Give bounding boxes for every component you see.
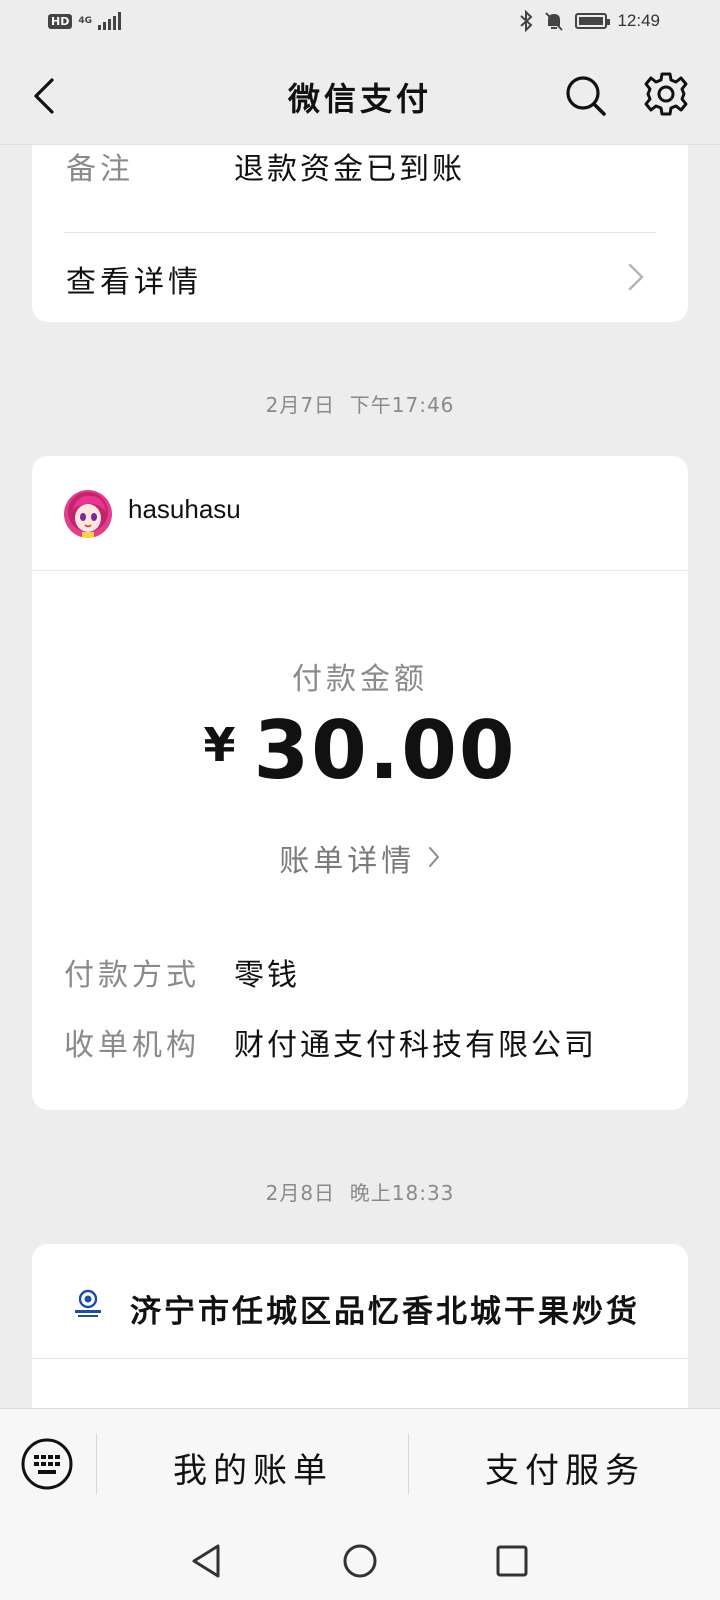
divider: [32, 1358, 688, 1359]
search-icon[interactable]: [562, 72, 610, 120]
home-circle-icon[interactable]: [341, 1542, 379, 1580]
chevron-right-icon: [628, 263, 644, 291]
status-right: 12:49: [519, 10, 660, 32]
menu-separator: [408, 1433, 409, 1495]
transaction-date: 2月7日 下午17:46: [0, 389, 720, 418]
refund-card: 备注 退款资金已到账 查看详情: [32, 120, 688, 322]
status-left: HD 4G: [48, 12, 121, 30]
currency-symbol: ¥: [203, 718, 236, 772]
merchant-name: 济宁市任城区品忆香北城干果炒货: [130, 1294, 640, 1330]
date-day: 2月7日: [265, 393, 336, 417]
avatar: [64, 490, 112, 538]
merchant-name: hasuhasu: [128, 494, 241, 524]
system-navigation-bar: [0, 1530, 720, 1600]
amount-label: 付款金额: [292, 662, 428, 697]
divider: [32, 570, 688, 571]
payment-method-value: 零钱: [234, 958, 300, 993]
date-time: 下午17:46: [349, 393, 455, 417]
page-title: 微信支付: [287, 80, 432, 118]
bank-logo-icon: [75, 1289, 101, 1317]
network-type: 4G: [78, 15, 92, 26]
bluetooth-icon: [520, 10, 533, 32]
menu-separator: [96, 1433, 97, 1495]
bill-details-label: 账单详情: [279, 844, 416, 879]
transaction-date: 2月8日 晚上18:33: [0, 1177, 720, 1206]
keyboard-icon[interactable]: [20, 1437, 74, 1491]
hd-badge: HD: [48, 13, 73, 29]
clock: 12:49: [617, 11, 660, 30]
acquirer-label: 收单机构: [64, 1028, 200, 1063]
bill-details-link[interactable]: 账单详情: [32, 836, 688, 880]
acquirer-value: 财付通支付科技有限公司: [234, 1028, 597, 1063]
bottom-menu: 我的账单 支付服务: [0, 1408, 720, 1531]
recents-square-icon[interactable]: [494, 1543, 530, 1579]
date-day: 2月8日: [265, 1181, 336, 1205]
view-details-row[interactable]: 查看详情: [32, 233, 688, 322]
payment-amount: ¥30.00: [32, 704, 688, 797]
payment-card[interactable]: hasuhasu 付款金额 ¥30.00 账单详情 付款方式 零钱 收单机构 财…: [32, 456, 688, 1110]
mute-bell-icon: [545, 12, 564, 31]
remark-value: 退款资金已到账: [234, 152, 465, 187]
amount-value: 30.00: [253, 704, 517, 797]
signal-icon: [98, 12, 121, 30]
remark-label: 备注: [66, 152, 134, 187]
status-bar: HD 4G 12:49: [0, 0, 720, 48]
view-details-label: 查看详情: [66, 265, 202, 300]
payment-method-label: 付款方式: [64, 958, 200, 993]
date-time: 晚上18:33: [349, 1181, 455, 1205]
gear-icon[interactable]: [642, 70, 690, 118]
pay-services-menu[interactable]: 支付服务: [410, 1443, 720, 1492]
back-triangle-icon[interactable]: [188, 1542, 224, 1580]
my-bills-menu[interactable]: 我的账单: [98, 1443, 408, 1492]
navigation-bar: 微信支付: [0, 48, 720, 145]
chevron-right-icon: [428, 847, 439, 867]
battery-icon: [575, 13, 611, 29]
